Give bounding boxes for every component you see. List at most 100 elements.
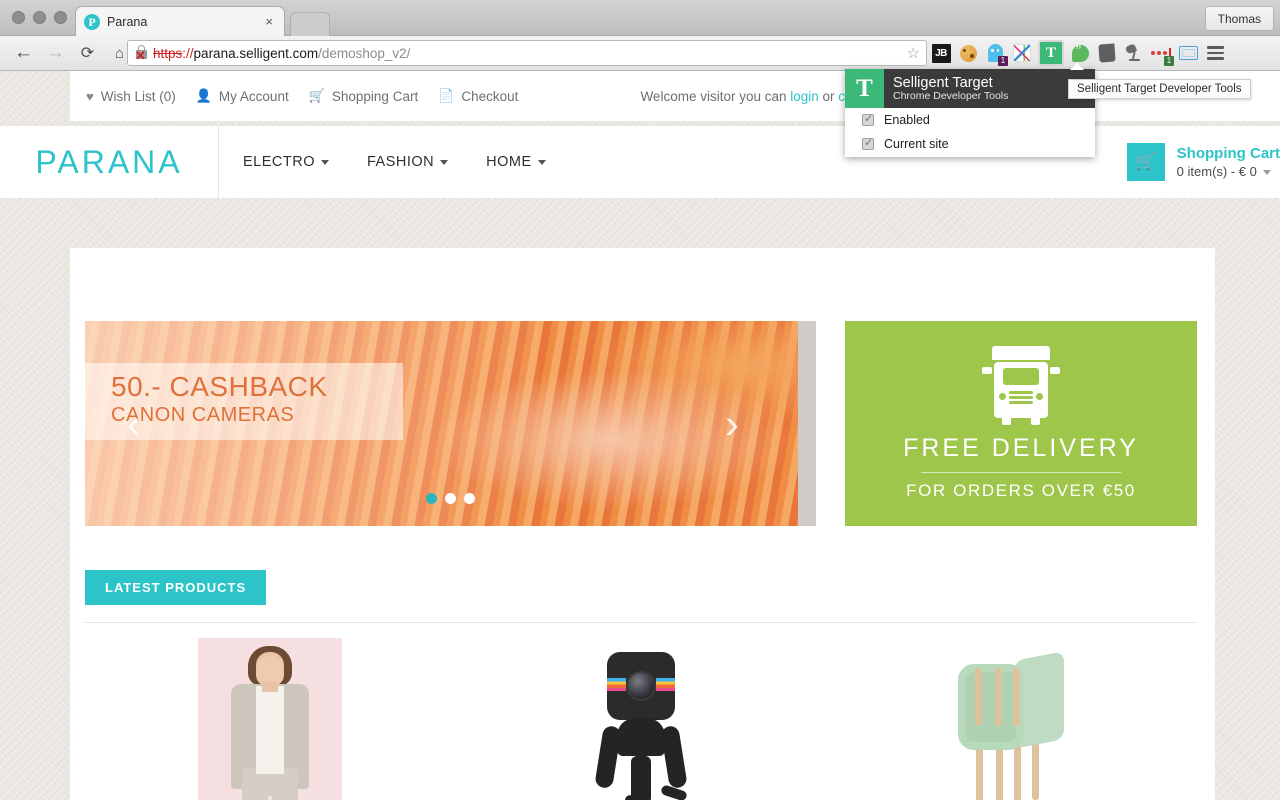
- wish-list-link[interactable]: ♥ Wish List (0): [86, 89, 176, 104]
- new-tab-button[interactable]: [290, 12, 330, 36]
- window-resizer-extension-icon[interactable]: [1177, 42, 1199, 64]
- adblock-extension-icon[interactable]: 1: [1150, 42, 1174, 66]
- cart-summary: 0 item(s) - € 0: [1176, 163, 1257, 179]
- carousel-dot-1[interactable]: [426, 493, 437, 504]
- nav-item-fashion-label: FASHION: [367, 154, 435, 170]
- welcome-message: Welcome visitor you can login or create: [640, 89, 875, 104]
- chevron-down-icon: [321, 159, 329, 165]
- forward-icon[interactable]: →: [42, 40, 69, 67]
- selligent-target-extension-icon[interactable]: T: [1038, 40, 1064, 66]
- chrome-menu-icon[interactable]: [1204, 42, 1226, 64]
- adblock-badge: 1: [1164, 56, 1174, 66]
- carousel-dots[interactable]: [85, 493, 816, 504]
- welcome-mid: or: [818, 88, 839, 104]
- product-image-leitmotiv-open-minded[interactable]: [939, 638, 1084, 800]
- product-card[interactable]: Mango Grey: [85, 638, 456, 800]
- browser-tab-parana[interactable]: P Parana ×: [75, 6, 285, 36]
- wish-list-label: Wish List (0): [100, 88, 176, 104]
- window-controls[interactable]: [12, 11, 67, 24]
- tab-strip: P Parana × Thomas: [0, 0, 1280, 36]
- shopping-cart-link[interactable]: 🛒 Shopping Cart: [309, 88, 419, 104]
- shopping-cart-label: Shopping Cart: [331, 88, 419, 104]
- divider: [85, 622, 1197, 623]
- minimize-window-button[interactable]: [33, 11, 46, 24]
- evernote-extension-icon[interactable]: [1096, 42, 1118, 64]
- carousel-headline: 50.- CASHBACK: [111, 371, 328, 402]
- checkout-link[interactable]: 📄 Checkout: [438, 88, 518, 104]
- latest-products-tab[interactable]: LATEST PRODUCTS: [85, 570, 267, 605]
- cart-icon: 🛒: [308, 88, 325, 103]
- current-site-checkbox[interactable]: [862, 137, 874, 150]
- url-scheme: https: [153, 45, 183, 61]
- popup-option-current-site[interactable]: Current site: [845, 132, 1095, 156]
- carousel-prev-icon[interactable]: ‹: [127, 402, 141, 445]
- popup-arrow: [1070, 63, 1084, 70]
- product-grid: Mango Grey Polaroid Cube: [85, 638, 1197, 800]
- header-cart-widget[interactable]: 🛒 Shopping Cart 0 item(s) - € 0: [1126, 140, 1280, 184]
- close-tab-icon[interactable]: ×: [262, 14, 276, 29]
- page-icon: 📄: [438, 88, 455, 103]
- nav-item-home[interactable]: HOME: [486, 154, 546, 170]
- product-image-polaroid-cube[interactable]: [569, 638, 713, 800]
- nav-item-electro-label: ELECTRO: [243, 154, 315, 170]
- nav-item-home-label: HOME: [486, 154, 532, 170]
- cookie-extension-icon[interactable]: [957, 42, 979, 64]
- insecure-lock-icon: ✕: [134, 45, 149, 62]
- product-card[interactable]: Leitmotiv Open Minded: [826, 638, 1197, 800]
- close-window-button[interactable]: [12, 11, 25, 24]
- carousel-next-icon[interactable]: ›: [725, 402, 739, 445]
- enabled-checkbox[interactable]: [862, 113, 874, 126]
- popup-option-enabled[interactable]: Enabled: [845, 108, 1095, 132]
- colorzilla-extension-icon[interactable]: [1011, 42, 1033, 64]
- my-account-link[interactable]: 👤 My Account: [196, 88, 289, 104]
- nav-item-fashion[interactable]: FASHION: [367, 154, 449, 170]
- url-text: https://parana.selligent.com/demoshop_v2…: [153, 46, 410, 61]
- carousel-next-slide-edge: [798, 321, 816, 526]
- tab-favicon-icon: P: [84, 13, 100, 30]
- promo-row: 50.- CASHBACK CANON CAMERAS ‹ › FREE DEL…: [85, 321, 1197, 526]
- maximize-window-button[interactable]: [54, 11, 67, 24]
- nav-item-electro[interactable]: ELECTRO: [243, 154, 329, 170]
- chevron-down-icon: [537, 159, 546, 165]
- heart-icon: ♥: [86, 88, 94, 104]
- user-icon: 👤: [195, 88, 212, 103]
- divider: [921, 472, 1121, 473]
- hero-carousel[interactable]: 50.- CASHBACK CANON CAMERAS ‹ ›: [85, 321, 816, 526]
- popup-title: Selligent Target: [893, 74, 993, 91]
- enabled-label: Enabled: [884, 113, 930, 127]
- address-bar[interactable]: ✕ https://parana.selligent.com/demoshop_…: [127, 40, 927, 66]
- extension-tooltip: Selligent Target Developer Tools: [1068, 79, 1251, 99]
- checkout-label: Checkout: [461, 88, 519, 104]
- jetbrains-extension-icon[interactable]: JB: [930, 42, 952, 64]
- carousel-dot-2[interactable]: [445, 493, 456, 504]
- my-account-label: My Account: [218, 88, 289, 104]
- hangouts-extension-icon[interactable]: [1069, 42, 1091, 64]
- web-page: ♥ Wish List (0) 👤 My Account 🛒 Shopping …: [0, 71, 1280, 800]
- back-icon[interactable]: ←: [10, 40, 37, 67]
- selligent-target-popup[interactable]: T Selligent Target Chrome Developer Tool…: [845, 69, 1095, 157]
- site-logo[interactable]: PARANA: [0, 126, 219, 198]
- product-card[interactable]: Polaroid Cube: [456, 638, 827, 800]
- popup-subtitle: Chrome Developer Tools: [893, 89, 1009, 102]
- page-content: 50.- CASHBACK CANON CAMERAS ‹ › FREE DEL…: [70, 248, 1215, 800]
- url-separator: ://: [182, 45, 194, 61]
- cart-icon: 🛒: [1126, 143, 1165, 181]
- login-link[interactable]: login: [790, 89, 819, 104]
- browser-window: P Parana × Thomas ← → ⟳ ⌂ ✕ https://para…: [0, 0, 1280, 800]
- ghostery-badge: 1: [998, 56, 1008, 66]
- popup-header: T Selligent Target Chrome Developer Tool…: [845, 69, 1095, 108]
- carousel-dot-3[interactable]: [464, 493, 475, 504]
- lamp-extension-icon[interactable]: [1123, 42, 1145, 64]
- jetbrains-glyph: JB: [931, 43, 951, 63]
- profile-button[interactable]: Thomas: [1204, 6, 1274, 31]
- url-host: parana.selligent.com: [193, 45, 319, 61]
- free-delivery-banner[interactable]: FREE DELIVERY FOR ORDERS OVER €50: [845, 321, 1197, 526]
- reload-icon[interactable]: ⟳: [74, 40, 101, 67]
- ghostery-extension-icon[interactable]: 1: [984, 42, 1008, 66]
- carousel-subheadline: CANON CAMERAS: [111, 404, 295, 427]
- product-image-mango-grey[interactable]: [198, 638, 343, 800]
- delivery-subtext: FOR ORDERS OVER €50: [906, 481, 1136, 500]
- tab-title: Parana: [107, 14, 148, 29]
- bookmark-star-icon[interactable]: ☆: [907, 46, 920, 61]
- welcome-prefix: Welcome visitor you can: [640, 88, 791, 104]
